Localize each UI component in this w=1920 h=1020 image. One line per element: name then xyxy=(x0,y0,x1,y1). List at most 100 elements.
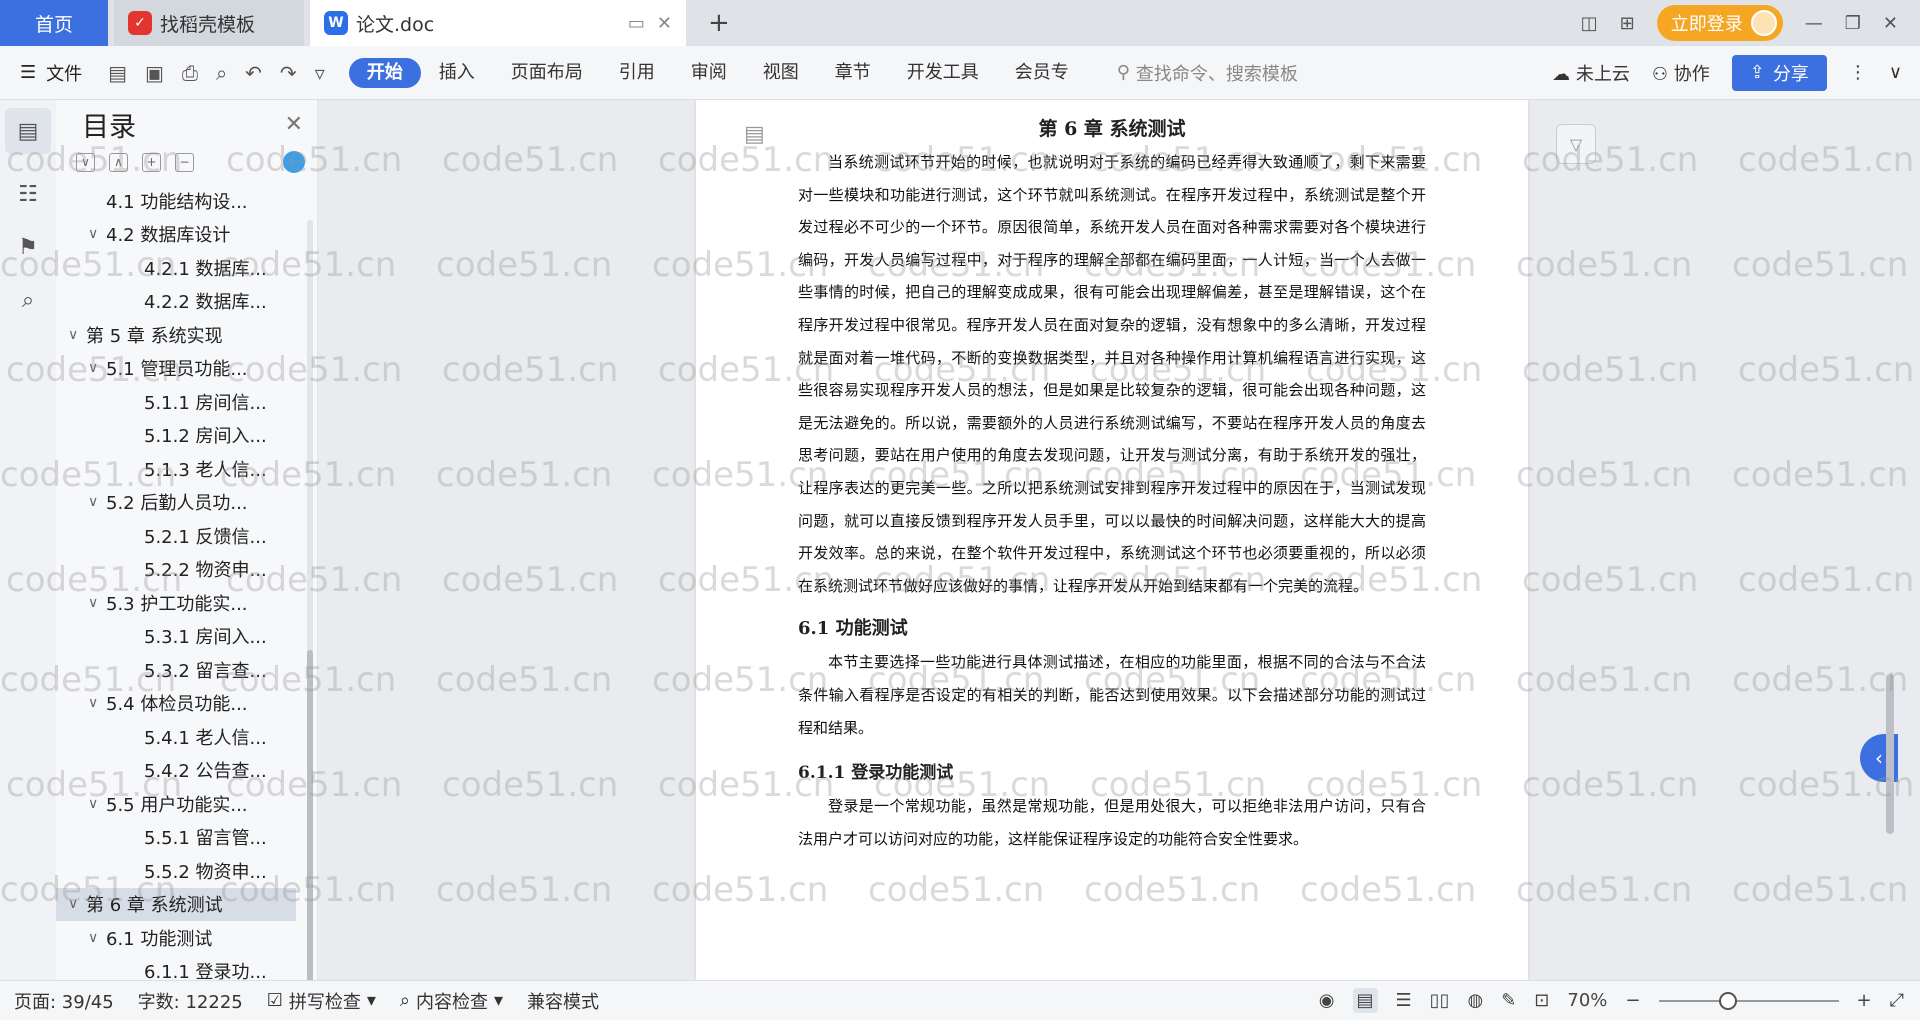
toc-item[interactable]: 4.2.1 数据库... xyxy=(56,251,296,285)
cloud-status[interactable]: ☁ 未上云 xyxy=(1552,60,1630,86)
toc-item[interactable]: 5.4.2 公告查... xyxy=(56,754,296,788)
body-paragraph[interactable]: 当系统测试环节开始的时候，也就说明对于系统的编码已经弄得大致通顺了，剩下来需要对… xyxy=(798,146,1426,602)
chevron-down-icon[interactable]: ∨ xyxy=(88,360,106,376)
find-icon[interactable]: ⌕ xyxy=(22,288,34,313)
zoom-level[interactable]: 70% xyxy=(1567,990,1607,1011)
toc-item[interactable]: ∨ 5.3 护工功能实... xyxy=(56,586,296,620)
zoom-in-icon[interactable]: + xyxy=(1857,990,1872,1011)
expand-all-icon[interactable]: ∧ xyxy=(109,152,128,172)
save-icon[interactable]: ▤ xyxy=(108,61,127,85)
toc-item[interactable]: 5.4.1 老人信... xyxy=(56,720,296,754)
redo-icon[interactable]: ↷ xyxy=(280,61,297,85)
customize-icon[interactable]: ▿ xyxy=(315,61,325,85)
toc-item[interactable]: ∨ 5.1 管理员功能... xyxy=(56,352,296,386)
chevron-down-icon[interactable]: ∨ xyxy=(88,695,106,711)
zoom-out-icon[interactable]: − xyxy=(1625,990,1640,1011)
monitor-icon[interactable]: ▭ xyxy=(628,13,645,34)
section-heading[interactable]: 6.1 功能测试 xyxy=(798,612,1426,646)
collapse-ribbon-icon[interactable]: ∨ xyxy=(1889,62,1902,83)
toc-item[interactable]: ∨ 第 5 章 系统实现 xyxy=(56,318,296,352)
close-icon[interactable]: ✕ xyxy=(285,112,303,137)
toc-item[interactable]: 4.2.2 数据库... xyxy=(56,285,296,319)
body-paragraph[interactable]: 本节主要选择一些功能进行具体测试描述，在相应的功能里面，根据不同的合法与不合法条… xyxy=(798,646,1426,744)
tab-home[interactable]: 首页 xyxy=(0,0,108,46)
minimize-icon[interactable]: — xyxy=(1805,13,1823,34)
content-check[interactable]: ⌕ 内容检查 ▾ xyxy=(400,988,503,1014)
toc-item[interactable]: 5.1.3 老人信... xyxy=(56,452,296,486)
outline-view-icon[interactable]: ☰ xyxy=(1396,990,1412,1011)
toc-item[interactable]: 5.3.2 留言查... xyxy=(56,653,296,687)
share-button[interactable]: ⇪ 分享 xyxy=(1731,54,1827,91)
chevron-down-icon[interactable]: ∨ xyxy=(88,595,106,611)
page-scrollbar[interactable] xyxy=(1886,114,1894,974)
login-button[interactable]: 立即登录 xyxy=(1656,5,1783,41)
compat-mode[interactable]: 兼容模式 xyxy=(527,988,599,1014)
collab-button[interactable]: ⚇ 协作 xyxy=(1652,60,1710,86)
close-window-icon[interactable]: ✕ xyxy=(1883,13,1898,34)
print-icon[interactable]: ⎙ xyxy=(182,61,198,85)
more-icon[interactable]: ⋮ xyxy=(1849,62,1867,83)
outline-icon[interactable]: ▤ xyxy=(5,108,51,154)
close-tab-icon[interactable]: ✕ xyxy=(657,13,672,34)
chevron-down-icon[interactable]: ∨ xyxy=(88,226,106,242)
toc-item[interactable]: ∨ 5.2 后勤人员功... xyxy=(56,486,296,520)
ai-assistant-icon[interactable] xyxy=(283,151,305,173)
chevron-down-icon[interactable]: ∨ xyxy=(88,796,106,812)
layout-icon[interactable]: ◫ xyxy=(1581,13,1598,34)
grid-icon[interactable]: ⊞ xyxy=(1620,13,1635,34)
tab-insert[interactable]: 插入 xyxy=(421,58,493,88)
fullscreen-icon[interactable]: ⤢ xyxy=(1890,990,1904,1011)
tab-document[interactable]: W 论文.doc ▭ ✕ xyxy=(310,0,686,46)
page-count[interactable]: 页面: 39/45 xyxy=(14,988,114,1014)
chevron-down-icon[interactable]: ∨ xyxy=(68,327,86,343)
navigation-icon[interactable]: ☷ xyxy=(18,182,38,207)
spell-check[interactable]: ☑ 拼写检查 ▾ xyxy=(267,988,376,1014)
tab-references[interactable]: 引用 xyxy=(601,58,673,88)
remove-heading-icon[interactable]: − xyxy=(175,152,194,172)
toc-item[interactable]: 5.1.1 房间信... xyxy=(56,385,296,419)
bookmark-icon[interactable]: ⚑ xyxy=(18,235,38,260)
subsection-heading[interactable]: 6.1.1 登录功能测试 xyxy=(798,756,1426,790)
toc-item[interactable]: ∨ 4.2 数据库设计 xyxy=(56,218,296,252)
page-view-icon[interactable]: ▤ xyxy=(1352,988,1378,1013)
tab-review[interactable]: 审阅 xyxy=(673,58,745,88)
chevron-down-icon[interactable]: ∨ xyxy=(88,930,106,946)
word-count[interactable]: 字数: 12225 xyxy=(138,988,243,1014)
maximize-icon[interactable]: ❐ xyxy=(1845,13,1861,34)
toc-item[interactable]: 5.2.2 物资申... xyxy=(56,553,296,587)
zoom-slider[interactable] xyxy=(1658,991,1839,1010)
filter-icon[interactable]: ▽ xyxy=(1556,124,1596,164)
toc-item[interactable]: ∨ 5.5 用户功能实... xyxy=(56,787,296,821)
toc-item[interactable]: ∨ 第 6 章 系统测试 xyxy=(56,887,296,921)
tab-template[interactable]: ✓ 找稻壳模板 xyxy=(114,0,304,46)
toc-item[interactable]: ∨ 5.4 体检员功能... xyxy=(56,687,296,721)
new-tab-button[interactable]: + xyxy=(708,8,730,38)
page-menu-icon[interactable]: ▤ xyxy=(744,122,765,147)
chevron-down-icon[interactable]: ∨ xyxy=(68,896,86,912)
toc-item[interactable]: ∨ 6.1 功能测试 xyxy=(56,921,296,955)
toc-scrollbar[interactable] xyxy=(307,220,313,990)
write-view-icon[interactable]: ✎ xyxy=(1501,990,1516,1011)
fit-page-icon[interactable]: ⊡ xyxy=(1534,990,1549,1011)
toc-item[interactable]: 5.5.2 物资申... xyxy=(56,854,296,888)
tab-member[interactable]: 会员专 xyxy=(997,58,1087,88)
undo-icon[interactable]: ↶ xyxy=(245,61,262,85)
command-search[interactable]: ⚲ 查找命令、搜索模板 xyxy=(1117,60,1298,86)
read-view-icon[interactable]: ▯▯ xyxy=(1430,990,1450,1011)
toc-item[interactable]: 5.2.1 反馈信... xyxy=(56,519,296,553)
preview-icon[interactable]: ⌕ xyxy=(216,61,227,85)
add-heading-icon[interactable]: + xyxy=(142,152,161,172)
chapter-heading[interactable]: 第 6 章 系统测试 xyxy=(798,114,1426,146)
tab-developer[interactable]: 开发工具 xyxy=(889,58,997,88)
toc-item[interactable]: 5.1.2 房间入... xyxy=(56,419,296,453)
tab-sections[interactable]: 章节 xyxy=(817,58,889,88)
toc-item[interactable]: 5.3.1 房间入... xyxy=(56,620,296,654)
toc-item[interactable]: 4.1 功能结构设... xyxy=(56,184,296,218)
toc-item[interactable]: 5.5.1 留言管... xyxy=(56,821,296,855)
tab-page-layout[interactable]: 页面布局 xyxy=(493,58,601,88)
chevron-down-icon[interactable]: ∨ xyxy=(88,494,106,510)
export-icon[interactable]: ▣ xyxy=(145,61,164,85)
eye-protection-icon[interactable]: ◉ xyxy=(1319,990,1335,1011)
tab-view[interactable]: 视图 xyxy=(745,58,817,88)
body-paragraph[interactable]: 登录是一个常规功能，虽然是常规功能，但是用处很大，可以拒绝非法用户访问，只有合法… xyxy=(798,790,1426,855)
